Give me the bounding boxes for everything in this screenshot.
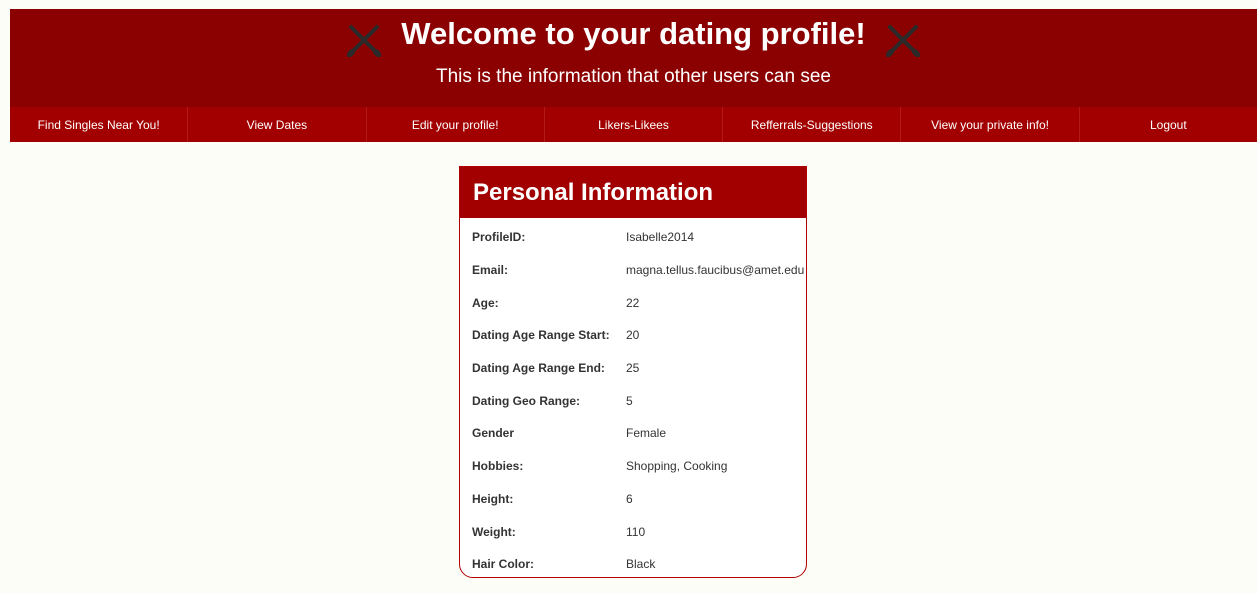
personal-info-card: Personal Information ProfileID: Isabelle… xyxy=(459,166,807,578)
row-label: Hobbies: xyxy=(472,459,524,474)
table-row: Email: magna.tellus.faucibus@amet.edu xyxy=(460,254,804,287)
row-value: 25 xyxy=(626,361,640,376)
row-value: 110 xyxy=(626,524,646,539)
site-header: Welcome to your dating profile! This is … xyxy=(10,9,1257,107)
table-row: Weight: 110 xyxy=(460,515,804,548)
row-label: Age: xyxy=(472,295,499,310)
table-row: Hobbies: Shopping, Cooking xyxy=(460,450,804,483)
nav-private-info[interactable]: View your private info! xyxy=(901,107,1080,142)
table-row: Dating Geo Range: 5 xyxy=(460,384,804,417)
row-label: Dating Age Range Start: xyxy=(472,328,610,343)
nav-logout[interactable]: Logout xyxy=(1080,107,1257,142)
table-row: Age: 22 xyxy=(460,286,804,319)
page-title: Welcome to your dating profile! xyxy=(401,16,866,51)
main-nav: Find Singles Near You! View Dates Edit y… xyxy=(10,107,1257,142)
row-label: Dating Geo Range: xyxy=(472,393,581,408)
row-value: 22 xyxy=(626,295,640,310)
row-label: Hair Color: xyxy=(472,557,535,572)
page-subtitle: This is the information that other users… xyxy=(436,66,831,87)
crossed-oars-icon xyxy=(884,21,922,59)
nav-find-singles[interactable]: Find Singles Near You! xyxy=(10,107,189,142)
row-value: 5 xyxy=(626,393,633,408)
nav-view-dates[interactable]: View Dates xyxy=(188,107,367,142)
row-value: 20 xyxy=(626,328,640,343)
table-row: Dating Age Range End: 25 xyxy=(460,352,804,385)
row-value: Shopping, Cooking xyxy=(626,459,728,474)
table-row: ProfileID: Isabelle2014 xyxy=(460,221,804,254)
row-label: Height: xyxy=(472,491,514,506)
row-value: 6 xyxy=(626,491,633,506)
row-value: Isabelle2014 xyxy=(626,230,695,245)
info-table: ProfileID: Isabelle2014 Email: magna.tel… xyxy=(460,221,804,577)
table-row: Hair Color: Black xyxy=(460,548,804,577)
table-row: Dating Age Range Start: 20 xyxy=(460,319,804,352)
row-label: Gender xyxy=(472,426,515,441)
nav-edit-profile[interactable]: Edit your profile! xyxy=(367,107,545,142)
row-value: magna.tellus.faucibus@amet.edu xyxy=(626,263,805,278)
nav-likers-likees[interactable]: Likers-Likees xyxy=(545,107,724,142)
row-label: Dating Age Range End: xyxy=(472,361,605,376)
row-value: Black xyxy=(626,557,656,572)
table-row: Gender Female xyxy=(460,417,804,450)
card-title: Personal Information xyxy=(460,167,806,218)
row-label: Weight: xyxy=(472,524,516,539)
title-row: Welcome to your dating profile! xyxy=(10,11,1257,59)
nav-referrals-suggestions[interactable]: Refferrals-Suggestions xyxy=(723,107,902,142)
row-label: Email: xyxy=(472,263,509,278)
table-row: Height: 6 xyxy=(460,483,804,516)
row-value: Female xyxy=(626,426,667,441)
crossed-oars-icon xyxy=(345,21,383,59)
row-label: ProfileID: xyxy=(472,230,526,245)
